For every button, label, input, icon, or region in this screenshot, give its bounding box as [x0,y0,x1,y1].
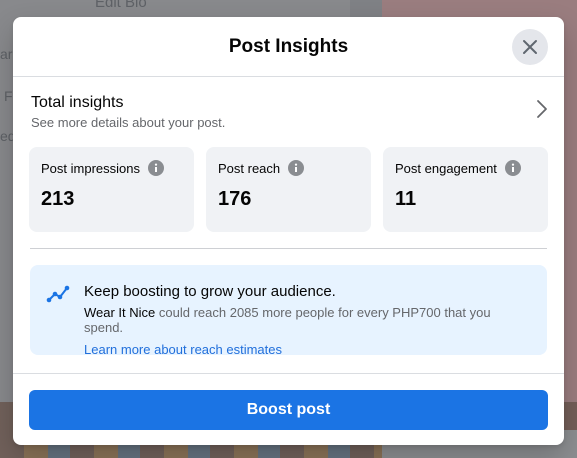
metric-card-engagement: Post engagement 11 [383,147,548,232]
chevron-right-icon [537,100,547,118]
trend-line-icon [46,283,70,355]
reach-estimates-link[interactable]: Learn more about reach estimates [84,342,531,357]
close-button[interactable] [512,29,548,65]
metric-value: 213 [41,188,75,210]
boost-tip-text: Keep boosting to grow your audience. Wea… [84,283,531,357]
background-text-fragment: F [4,88,13,104]
metric-label: Post reach [218,160,281,176]
dialog-footer: Boost post [13,373,564,445]
metric-label: Post engagement [395,160,497,176]
total-insights-title: Total insights [31,94,124,111]
boost-post-button[interactable]: Boost post [29,390,548,430]
background-edit-bio: Edit Bio [95,0,147,11]
metric-label: Post impressions [41,160,140,176]
metric-label-row: Post impressions [41,160,182,176]
info-icon[interactable] [288,160,305,176]
dialog-header: Post Insights [13,17,564,77]
boost-tip-title: Keep boosting to grow your audience. [84,283,336,300]
section-divider [30,248,547,249]
metric-label-row: Post engagement [395,160,536,176]
metrics-cards: Post impressions 213 Post reach 176 Post… [13,147,564,232]
metric-label-row: Post reach [218,160,359,176]
boost-tip-panel: Keep boosting to grow your audience. Wea… [30,265,547,357]
metric-value: 11 [395,188,417,210]
close-icon [523,40,537,54]
total-insights-row[interactable]: Total insights See more details about yo… [13,77,564,147]
metric-card-reach: Post reach 176 [206,147,371,232]
metric-card-impressions: Post impressions 213 [29,147,194,232]
info-icon[interactable] [504,160,521,176]
dialog-title: Post Insights [228,35,349,57]
boost-tip-body: Wear It Nice could reach 2085 more peopl… [84,305,531,335]
post-insights-dialog: Post Insights Total insights See more de… [13,17,564,445]
info-icon[interactable] [147,160,164,176]
metric-value: 176 [218,188,252,210]
total-insights-subtitle: See more details about your post. [31,115,226,130]
page-name: Wear It Nice [84,305,156,320]
